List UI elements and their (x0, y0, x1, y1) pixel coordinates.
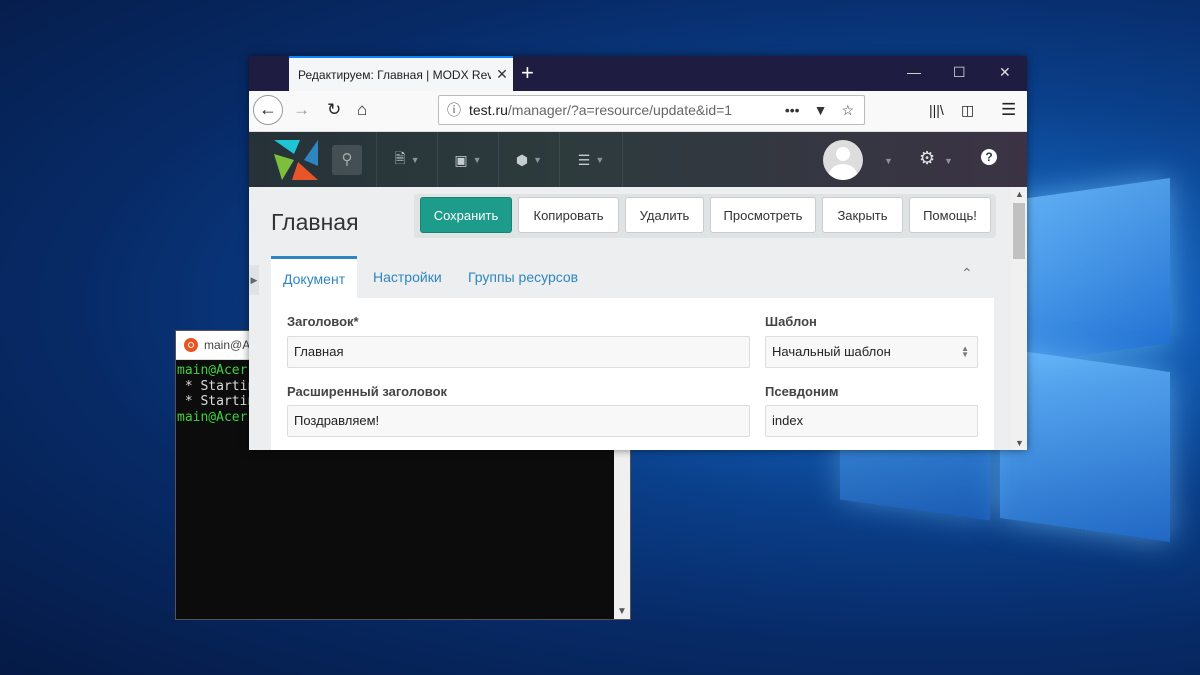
save-button[interactable]: Сохранить (420, 197, 512, 233)
bookmark-star-icon[interactable]: ☆ (841, 102, 854, 119)
home-button[interactable]: ⌂ (357, 100, 367, 120)
tab-document[interactable]: Документ (271, 256, 358, 298)
minimize-icon[interactable]: — (907, 64, 921, 80)
scroll-down-icon[interactable]: ▼ (1015, 438, 1024, 448)
ubuntu-icon (184, 338, 198, 352)
url-bar[interactable]: ⓘ test.ru/manager/?a=resource/update&id=… (438, 95, 865, 125)
delete-button[interactable]: Удалить (625, 197, 704, 233)
gear-icon[interactable]: ⚙ (919, 148, 935, 169)
browser-window: Редактируем: Главная | MODX Rev ✕ + — ☐ … (249, 56, 1027, 450)
cube-icon: ⬢ (515, 151, 529, 168)
template-select[interactable]: Начальный шаблон ▲ ▼ (765, 336, 978, 368)
alias-field[interactable]: index (765, 405, 978, 437)
help-icon[interactable]: ? (981, 149, 997, 165)
new-tab-button[interactable]: + (521, 60, 534, 86)
alias-label: Псевдоним (765, 384, 839, 399)
manager-content: ▶ Главная Сохранить Копировать Удалить П… (249, 187, 1011, 450)
maximize-icon[interactable]: ☐ (953, 64, 966, 81)
title-label: Заголовок* (287, 314, 359, 329)
page-title: Главная (271, 209, 359, 235)
chevron-down-icon: ▼ (533, 155, 543, 165)
template-label: Шаблон (765, 314, 817, 329)
chevron-down-icon: ▼ (595, 155, 605, 165)
settings-chevron-down-icon[interactable]: ▼ (944, 156, 953, 166)
action-toolbar: Сохранить Копировать Удалить Просмотреть… (414, 194, 996, 238)
avatar[interactable] (823, 140, 863, 180)
user-chevron-down-icon[interactable]: ▼ (884, 156, 893, 166)
close-window-icon[interactable]: ✕ (999, 64, 1011, 81)
packages-menu-button[interactable]: ⬢ ▼ (498, 132, 559, 188)
chevron-down-icon: ▼ (472, 155, 482, 165)
tab-settings[interactable]: Настройки (373, 256, 442, 298)
tab-title: Редактируем: Главная | MODX Rev (298, 67, 491, 82)
search-icon[interactable]: ⚲ (332, 145, 362, 175)
image-icon: ▣ (454, 151, 468, 168)
modx-logo[interactable] (274, 140, 318, 180)
title-field[interactable]: Главная (287, 336, 750, 368)
chevron-up-icon[interactable]: ⌃ (961, 265, 973, 282)
chevron-down-icon: ▼ (410, 155, 420, 165)
longtitle-label: Расширенный заголовок (287, 384, 448, 399)
reload-button[interactable]: ↻ (327, 100, 341, 120)
forward-button[interactable]: → (293, 100, 310, 120)
manage-menu-button[interactable]: ☰ ▼ (559, 132, 623, 188)
terminal-title: main@A (204, 338, 251, 352)
tab-resource-groups[interactable]: Группы ресурсов (468, 256, 578, 298)
close-button[interactable]: Закрыть (822, 197, 903, 233)
page-actions-icon[interactable]: ••• (785, 102, 800, 119)
longtitle-field[interactable]: Поздравляем! (287, 405, 750, 437)
close-tab-icon[interactable]: ✕ (491, 66, 513, 83)
page-scrollbar[interactable]: ▲ ▼ (1011, 187, 1027, 450)
menu-icon[interactable]: ☰ (1001, 100, 1016, 120)
tree-toggle-icon[interactable]: ▶ (249, 265, 259, 295)
back-button[interactable]: ← (253, 95, 283, 125)
site-info-icon[interactable]: ⓘ (439, 100, 469, 120)
content-menu-button[interactable]: 🗎 ▼ (376, 132, 437, 188)
chevron-down-icon[interactable]: ▼ (617, 606, 627, 617)
document-icon: 🗎 (394, 150, 406, 166)
help-button[interactable]: Помощь! (909, 197, 991, 233)
url-path: /manager/?a=resource/update&id=1 (507, 102, 733, 118)
modx-topbar: ⚲ 🗎 ▼ ▣ ▼ ⬢ ▼ ☰ ▼ ▼ ⚙ ▼ ? (249, 132, 1027, 188)
url-text[interactable]: test.ru/manager/?a=resource/update&id=1 (469, 102, 785, 118)
scroll-up-icon[interactable]: ▲ (1015, 189, 1024, 199)
copy-button[interactable]: Копировать (518, 197, 619, 233)
media-menu-button[interactable]: ▣ ▼ (437, 132, 498, 188)
tab-strip: Редактируем: Главная | MODX Rev ✕ + — ☐ … (249, 56, 1027, 91)
browser-tab[interactable]: Редактируем: Главная | MODX Rev ✕ (289, 56, 513, 91)
template-value: Начальный шаблон (772, 344, 891, 359)
url-host: test.ru (469, 102, 508, 118)
sidebar-icon[interactable]: ◫ (961, 102, 974, 119)
scrollbar-thumb[interactable] (1013, 203, 1025, 259)
nav-toolbar: ← → ↻ ⌂ ⓘ test.ru/manager/?a=resource/up… (249, 91, 1027, 132)
document-panel: Заголовок* Главная Шаблон Начальный шабл… (271, 298, 994, 450)
pocket-icon[interactable]: ▼ (814, 102, 828, 119)
select-arrows-icon: ▲ ▼ (961, 344, 969, 359)
view-button[interactable]: Просмотреть (710, 197, 816, 233)
sliders-icon: ☰ (577, 151, 591, 168)
library-icon[interactable]: |||\ (929, 102, 944, 118)
